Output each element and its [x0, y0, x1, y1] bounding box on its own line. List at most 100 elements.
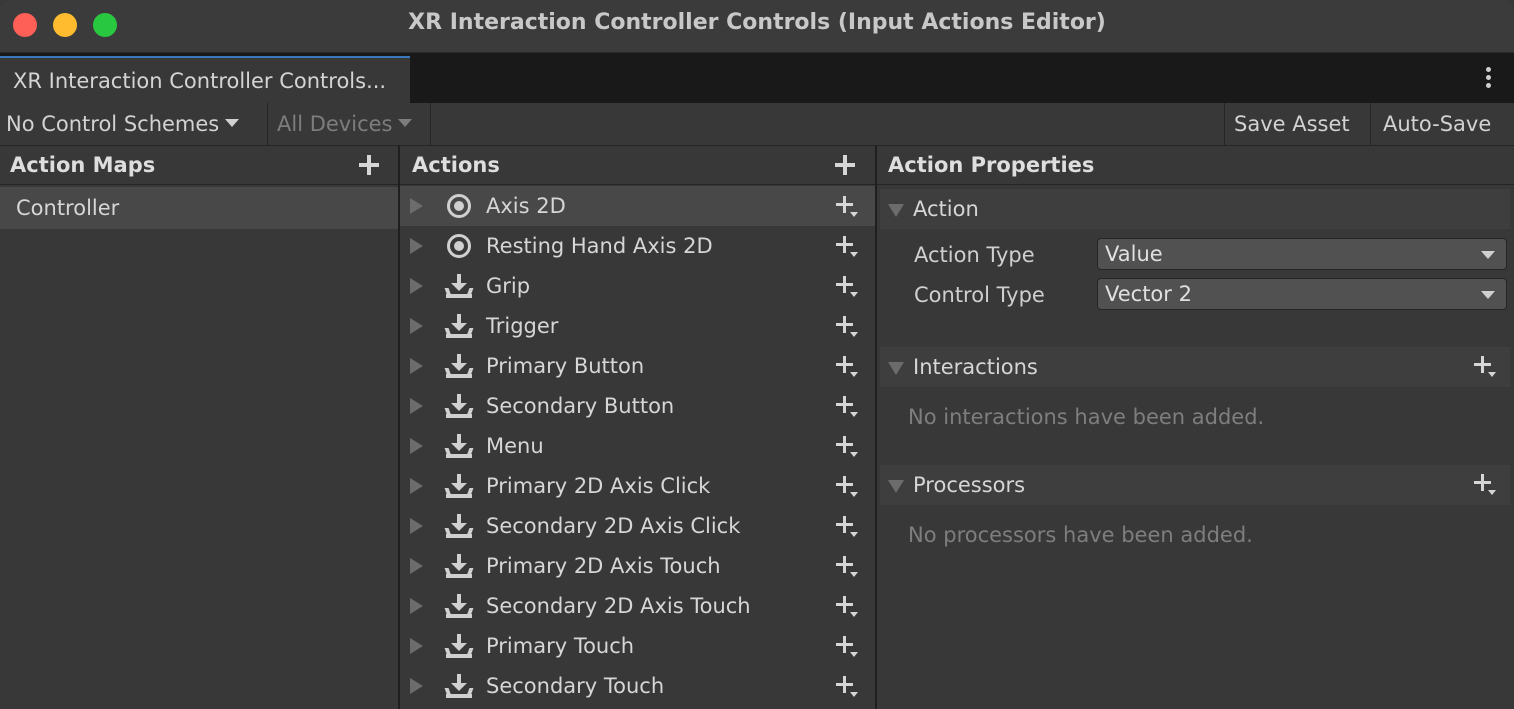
chevron-down-icon	[225, 119, 240, 127]
interactions-section-header[interactable]: Interactions	[880, 347, 1510, 387]
add-binding-button[interactable]	[836, 476, 860, 498]
title-bar: XR Interaction Controller Controls (Inpu…	[0, 0, 1514, 53]
control-schemes-label: No Control Schemes	[6, 112, 220, 136]
action-properties-title: Action Properties	[888, 153, 1095, 177]
action-label: Secondary 2D Axis Click	[486, 514, 741, 538]
expand-arrow-icon[interactable]	[410, 238, 423, 254]
action-map-label: Controller	[16, 196, 120, 220]
expand-arrow-icon[interactable]	[410, 518, 423, 534]
action-row[interactable]: Grip	[400, 266, 875, 306]
control-schemes-dropdown[interactable]: No Control Schemes	[6, 103, 240, 145]
action-row[interactable]: Secondary Touch	[400, 666, 875, 706]
action-label: Primary 2D Axis Touch	[486, 554, 721, 578]
expand-arrow-icon[interactable]	[410, 358, 423, 374]
add-binding-button[interactable]	[836, 436, 860, 458]
foldout-arrow-icon	[888, 204, 904, 217]
value-action-icon	[447, 234, 471, 258]
add-action-map-button[interactable]	[359, 155, 379, 175]
add-binding-button[interactable]	[836, 276, 860, 298]
control-type-value: Vector 2	[1105, 282, 1192, 306]
action-row[interactable]: Primary 2D Axis Click	[400, 466, 875, 506]
expand-arrow-icon[interactable]	[410, 398, 423, 414]
foldout-arrow-icon	[888, 362, 904, 375]
button-action-icon	[444, 514, 474, 538]
add-binding-button[interactable]	[836, 356, 860, 378]
add-binding-button[interactable]	[836, 196, 860, 218]
add-binding-button[interactable]	[836, 596, 860, 618]
save-asset-button[interactable]: Save Asset	[1234, 103, 1350, 145]
action-row[interactable]: Menu	[400, 426, 875, 466]
action-type-dropdown[interactable]: Value	[1097, 238, 1507, 270]
processors-section-header[interactable]: Processors	[880, 465, 1510, 505]
button-action-icon	[444, 554, 474, 578]
action-section-label: Action	[913, 197, 979, 221]
expand-arrow-icon[interactable]	[410, 478, 423, 494]
button-action-icon	[444, 674, 474, 698]
action-label: Primary Button	[486, 354, 645, 378]
action-label: Trigger	[486, 314, 559, 338]
action-row[interactable]: Trigger	[400, 306, 875, 346]
add-binding-button[interactable]	[836, 636, 860, 658]
action-row[interactable]: Secondary Button	[400, 386, 875, 426]
action-label: Primary Touch	[486, 634, 635, 658]
action-row[interactable]: Primary Button	[400, 346, 875, 386]
action-row[interactable]: Primary 2D Axis Touch	[400, 546, 875, 586]
button-action-icon	[444, 594, 474, 618]
expand-arrow-icon[interactable]	[410, 558, 423, 574]
toolbar: No Control Schemes All Devices Save Asse…	[0, 103, 1514, 146]
add-binding-button[interactable]	[836, 396, 860, 418]
actions-title: Actions	[412, 153, 500, 177]
action-label: Secondary 2D Axis Touch	[486, 594, 751, 618]
chevron-down-icon	[1481, 251, 1495, 259]
expand-arrow-icon[interactable]	[410, 678, 423, 694]
add-binding-button[interactable]	[836, 516, 860, 538]
action-properties-header: Action Properties	[877, 146, 1514, 185]
button-action-icon	[444, 394, 474, 418]
action-row[interactable]: Secondary 2D Axis Touch	[400, 586, 875, 626]
action-section-header[interactable]: Action	[880, 189, 1510, 229]
foldout-arrow-icon	[888, 480, 904, 493]
devices-dropdown[interactable]: All Devices	[277, 103, 413, 145]
window-title: XR Interaction Controller Controls (Inpu…	[408, 10, 1106, 35]
action-label: Menu	[486, 434, 544, 458]
control-type-dropdown[interactable]: Vector 2	[1097, 278, 1507, 310]
auto-save-toggle[interactable]: Auto-Save	[1383, 103, 1491, 145]
action-type-label: Action Type	[914, 243, 1035, 267]
add-processor-button[interactable]	[1474, 474, 1498, 496]
panel-divider[interactable]	[875, 146, 877, 709]
add-binding-button[interactable]	[836, 676, 860, 698]
button-action-icon	[444, 634, 474, 658]
add-action-button[interactable]	[835, 155, 855, 175]
more-options-icon[interactable]	[1486, 67, 1492, 91]
action-row[interactable]: Primary Touch	[400, 626, 875, 666]
action-maps-title: Action Maps	[10, 153, 156, 177]
expand-arrow-icon[interactable]	[410, 638, 423, 654]
expand-arrow-icon[interactable]	[410, 598, 423, 614]
actions-header: Actions	[400, 146, 875, 185]
processors-empty-message: No processors have been added.	[908, 523, 1253, 547]
toolbar-divider	[267, 103, 268, 145]
expand-arrow-icon[interactable]	[410, 438, 423, 454]
expand-arrow-icon[interactable]	[410, 318, 423, 334]
action-row[interactable]: Secondary 2D Axis Click	[400, 506, 875, 546]
control-type-label: Control Type	[914, 283, 1045, 307]
action-map-item[interactable]: Controller	[0, 187, 398, 229]
add-binding-button[interactable]	[836, 556, 860, 578]
action-row[interactable]: Axis 2D	[400, 186, 875, 226]
action-label: Primary 2D Axis Click	[486, 474, 711, 498]
expand-arrow-icon[interactable]	[410, 198, 423, 214]
tab-input-actions[interactable]: XR Interaction Controller Controls...	[0, 56, 410, 103]
interactions-empty-message: No interactions have been added.	[908, 405, 1265, 429]
devices-label: All Devices	[277, 112, 393, 136]
toolbar-divider	[1224, 103, 1225, 145]
button-action-icon	[444, 474, 474, 498]
action-label: Resting Hand Axis 2D	[486, 234, 713, 258]
action-label: Secondary Button	[486, 394, 675, 418]
chevron-down-icon	[1481, 291, 1495, 299]
add-binding-button[interactable]	[836, 236, 860, 258]
add-interaction-button[interactable]	[1474, 356, 1498, 378]
expand-arrow-icon[interactable]	[410, 278, 423, 294]
action-row[interactable]: Resting Hand Axis 2D	[400, 226, 875, 266]
button-action-icon	[444, 354, 474, 378]
add-binding-button[interactable]	[836, 316, 860, 338]
